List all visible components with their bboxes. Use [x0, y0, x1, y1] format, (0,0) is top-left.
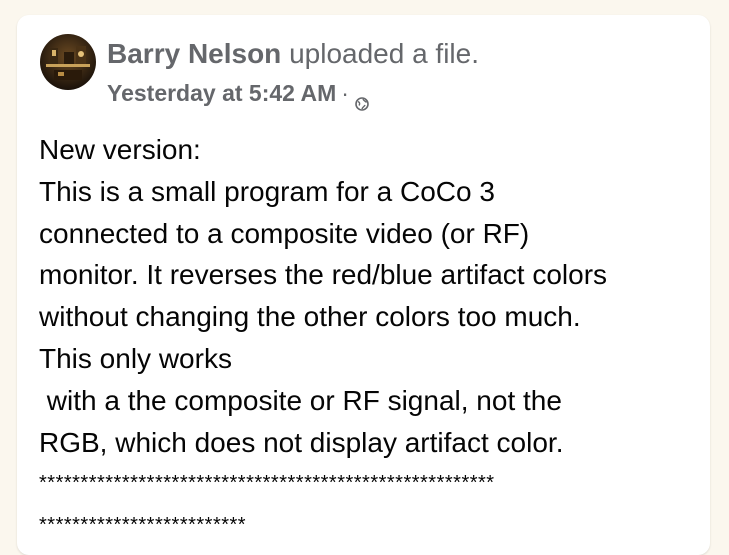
- globe-icon[interactable]: [355, 89, 369, 111]
- meta-separator: ·: [341, 80, 349, 106]
- post-text-line: This only works: [39, 342, 232, 374]
- post-timestamp-link[interactable]: Yesterday at 5:42 AM: [107, 79, 336, 107]
- avatar-image: [40, 34, 96, 90]
- asterisk-divider: *************************: [39, 514, 247, 537]
- post-text: New version: This is a small program for…: [39, 129, 704, 547]
- post-text-line: with a the composite or RF signal, not t…: [39, 384, 562, 416]
- post-text-line: New version:: [39, 134, 201, 165]
- post-text-line: This is a small program for a CoCo 3: [39, 175, 495, 207]
- post-text-line: connected to a composite video (or RF): [39, 217, 530, 249]
- post-card: Barry Nelson uploaded a file. Yesterday …: [17, 15, 710, 555]
- post-text-line: monitor. It reverses the red/blue artifa…: [39, 259, 608, 291]
- post-meta: Yesterday at 5:42 AM ·: [107, 79, 369, 111]
- post-action-text: uploaded a file.: [281, 38, 480, 69]
- asterisk-divider: ****************************************…: [39, 472, 495, 495]
- author-name-link[interactable]: Barry Nelson: [107, 38, 281, 69]
- post-text-line: RGB, which does not display artifact col…: [39, 426, 564, 458]
- author-line: Barry Nelson uploaded a file.: [107, 37, 479, 71]
- author-avatar[interactable]: [40, 34, 96, 90]
- post-text-line: without changing the other colors too mu…: [39, 301, 581, 333]
